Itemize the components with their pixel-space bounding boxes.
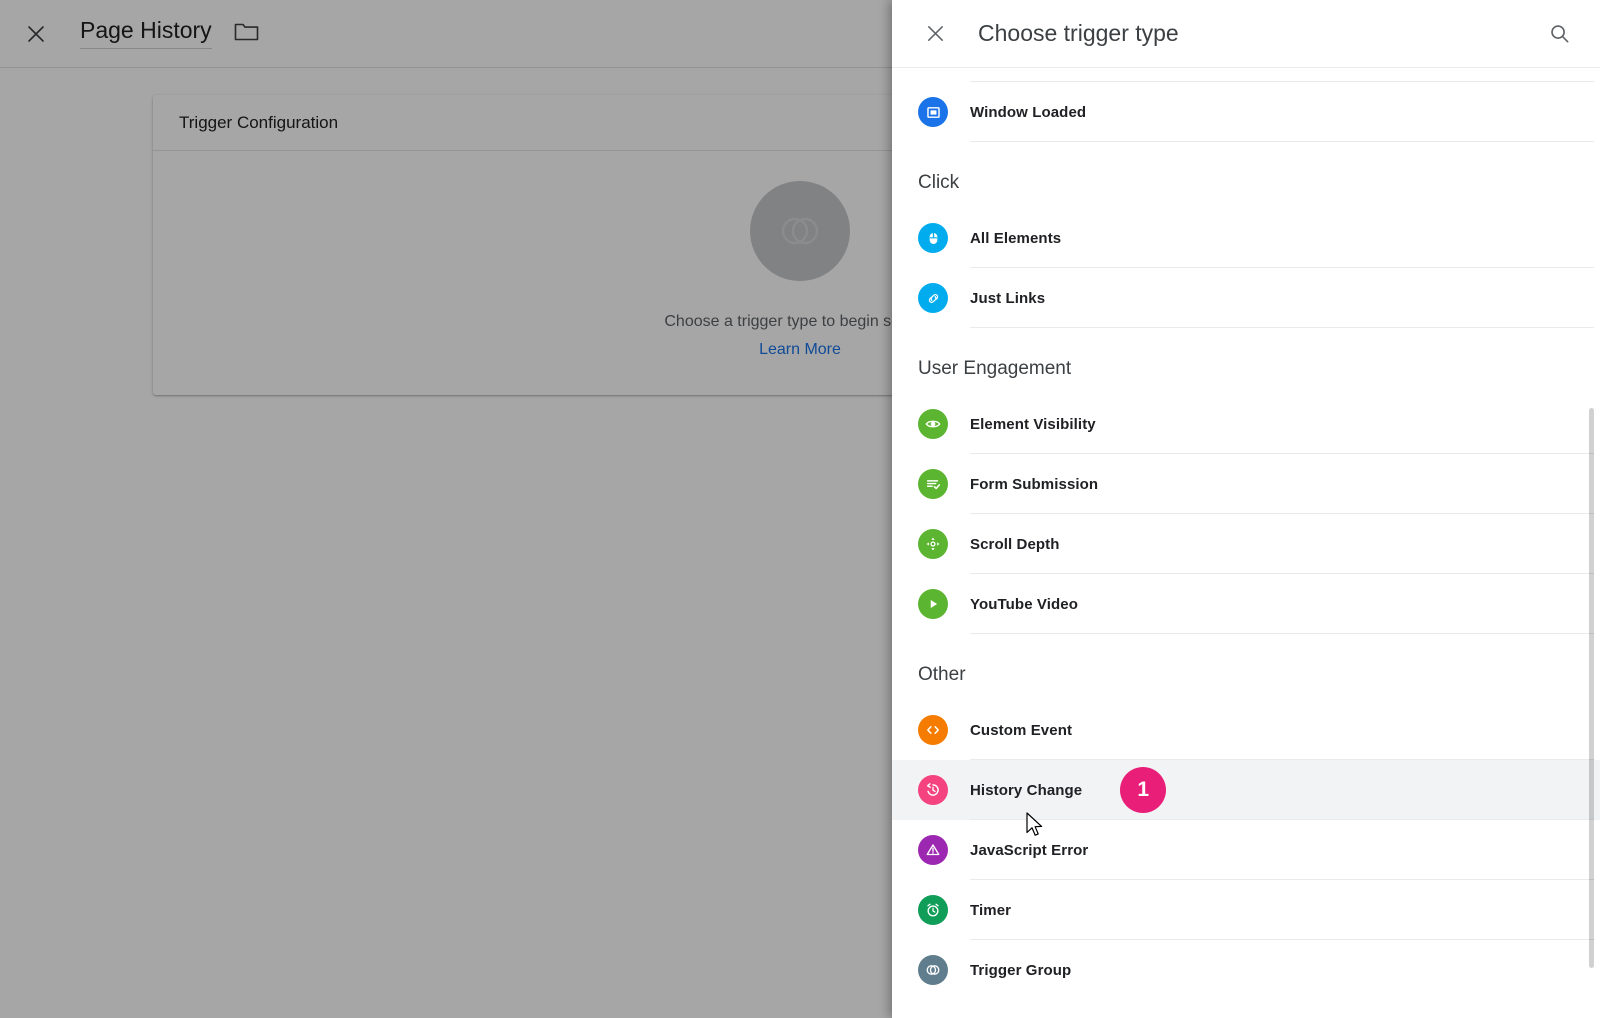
trigger-item-label: Just Links [970,289,1046,307]
page-title[interactable]: Page History [80,17,212,50]
folder-icon[interactable] [234,20,259,47]
trigger-item-element-visibility[interactable]: Element Visibility [892,394,1600,454]
panel-title: Choose trigger type [978,20,1179,46]
panel-scrollbar[interactable] [1589,68,1594,1018]
trigger-item-youtube-video[interactable]: YouTube Video [892,574,1600,634]
warning-icon [918,835,948,865]
trigger-item-label: Form Submission [970,475,1099,493]
trigger-item-label: Scroll Depth [970,535,1060,553]
panel-scrollbar-thumb[interactable] [1589,408,1594,968]
trigger-item-label: History Change [970,781,1083,799]
scroll-move-icon [918,529,948,559]
row-separator [970,141,1594,142]
trigger-item-all-elements[interactable]: All Elements [892,208,1600,268]
trigger-item-history-change[interactable]: History Change 1 [892,760,1600,820]
row-separator [970,327,1594,328]
step-badge: 1 [1120,767,1167,813]
trigger-type-list-scroll: DOM Ready Window Loaded Click [892,68,1600,1018]
trigger-item-form-submission[interactable]: Form Submission [892,454,1600,514]
trigger-item-dom-ready[interactable]: DOM Ready [892,68,1600,82]
trigger-item-scroll-depth[interactable]: Scroll Depth [892,514,1600,574]
trigger-item-trigger-group[interactable]: Trigger Group [892,940,1600,1000]
trigger-item-label: Trigger Group [970,961,1072,979]
screen: Page History Trigger Configuration Choos… [0,0,1600,1018]
trigger-item-label: All Elements [970,229,1062,247]
trigger-item-window-loaded[interactable]: Window Loaded [892,82,1600,142]
history-icon [918,775,948,805]
group-title-other: Other [918,664,966,685]
form-check-icon [918,469,948,499]
trigger-item-label: YouTube Video [970,595,1078,613]
trigger-item-label: Element Visibility [970,415,1096,433]
panel-header: Choose trigger type [892,0,1600,68]
link-icon [918,283,948,313]
trigger-placeholder-icon [750,180,850,281]
trigger-item-custom-event[interactable]: Custom Event [892,700,1600,760]
page-title-group: Page History [80,17,259,50]
row-separator [970,633,1594,634]
window-loaded-icon [918,97,948,127]
trigger-item-label: Custom Event [970,721,1073,739]
group-title-user-engagement: User Engagement [918,358,1072,379]
trigger-type-list[interactable]: DOM Ready Window Loaded Click [892,68,1600,1018]
trigger-item-just-links[interactable]: Just Links [892,268,1600,328]
trigger-item-label: Timer [970,901,1012,919]
code-icon [918,715,948,745]
close-icon[interactable] [914,13,956,55]
play-icon [918,589,948,619]
trigger-item-timer[interactable]: Timer [892,880,1600,940]
mouse-icon [918,223,948,253]
search-icon[interactable] [1538,13,1580,55]
trigger-group-icon [918,955,948,985]
trigger-item-javascript-error[interactable]: JavaScript Error [892,820,1600,880]
eye-icon [918,409,948,439]
learn-more-link[interactable]: Learn More [759,341,841,359]
trigger-item-label: JavaScript Error [970,841,1089,859]
close-icon[interactable] [14,12,58,56]
group-title-click: Click [918,172,960,193]
alarm-clock-icon [918,895,948,925]
choose-trigger-type-panel: Choose trigger type D [892,0,1600,1018]
trigger-item-label: Window Loaded [970,103,1087,121]
